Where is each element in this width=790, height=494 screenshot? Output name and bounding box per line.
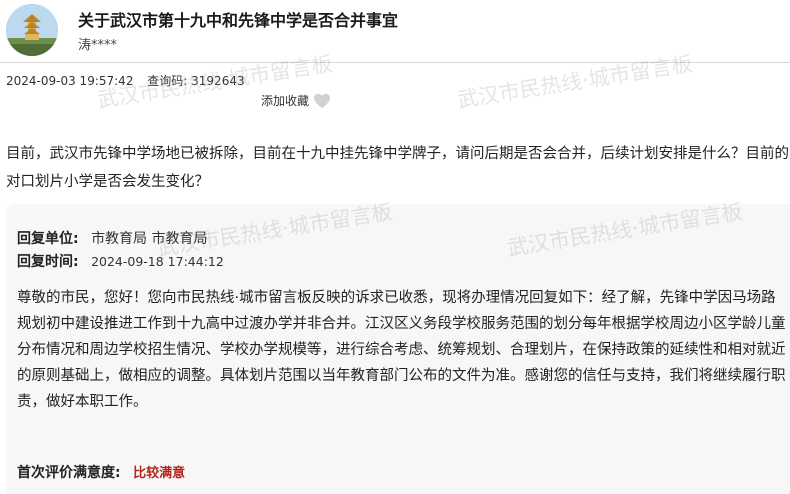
heart-icon	[314, 93, 331, 108]
yellow-crane-tower-image	[6, 4, 58, 56]
reply-time: 回复时间: 2024-09-18 17:44:12	[17, 251, 224, 271]
rating-label: 首次评价满意度:	[17, 465, 121, 481]
add-favorite-label: 添加收藏	[261, 94, 310, 108]
reply-panel: 武汉市民热线·城市留言板 武汉市民热线·城市留言板 回复单位: 市教育局 市教育…	[6, 200, 790, 494]
page-title: 关于武汉市第十九中和先锋中学是否合并事宜	[78, 11, 399, 30]
reply-unit-label: 回复单位:	[17, 231, 79, 247]
rating-value: 比较满意	[133, 466, 186, 481]
reply-body: 尊敬的市民，您好！您向市民热线·城市留言板反映的诉求已收悉，现将办理情况回复如下…	[17, 290, 786, 410]
add-favorite-button[interactable]: 添加收藏	[261, 92, 331, 109]
reply-unit-value: 市教育局 市教育局	[91, 231, 208, 247]
reply-time-label: 回复时间:	[17, 254, 79, 270]
avatar	[6, 4, 58, 56]
satisfaction-rating: 首次评价满意度: 比较满意	[17, 462, 185, 482]
reply-unit: 回复单位: 市教育局 市教育局	[17, 228, 208, 248]
question-text: 目前，武汉市先锋中学场地已被拆除，目前在十九中挂先锋中学牌子，请问后期是否会合并…	[6, 146, 789, 190]
watermark: 武汉市民热线·城市留言板	[505, 199, 745, 261]
reply-time-value: 2024-09-18 17:44:12	[91, 254, 224, 269]
author-name: 涛****	[78, 38, 118, 53]
